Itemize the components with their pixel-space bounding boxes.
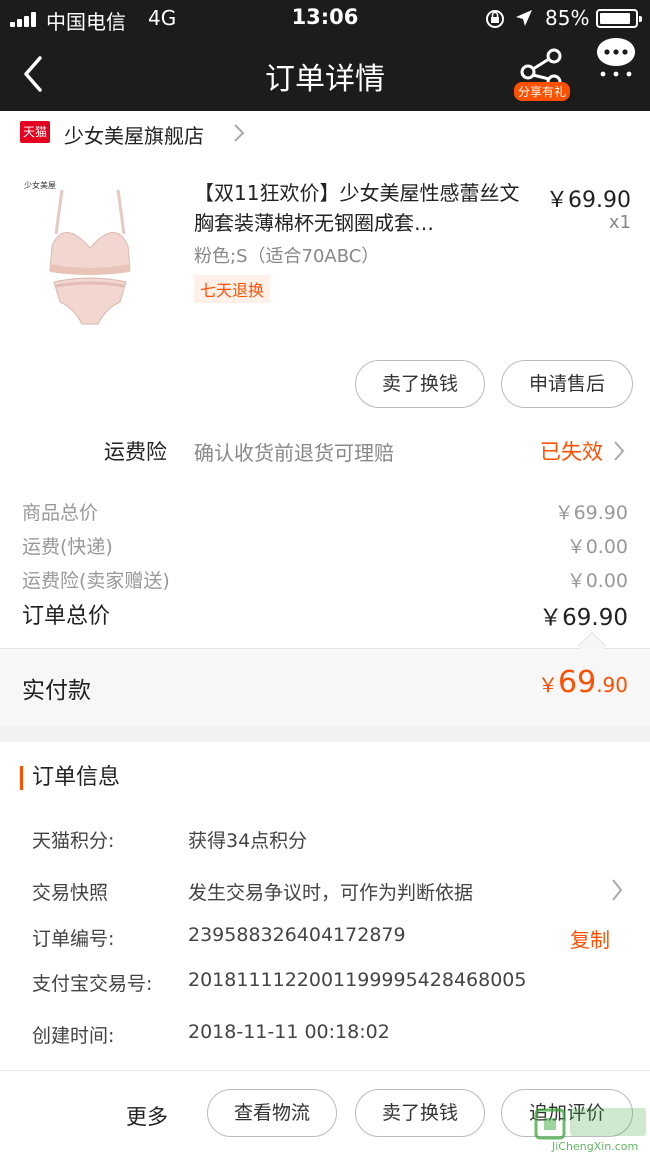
store-row[interactable]: 天猫 少女美屋旗舰店 [0, 111, 650, 156]
amount-paid-label: 实付款 [22, 678, 91, 704]
orientation-lock-icon [486, 10, 504, 28]
more-menu-icon[interactable] [594, 34, 638, 78]
store-name[interactable]: 少女美屋旗舰店 [64, 120, 204, 149]
insurance-status: 已失效 [540, 440, 603, 464]
info-value: 获得34点积分 [188, 830, 308, 852]
watermark-mark [570, 1108, 646, 1136]
info-value: 2018-11-11 00:18:02 [188, 1021, 390, 1043]
amount-decimal: .90 [596, 673, 628, 697]
battery-percent: 85% [545, 6, 590, 30]
info-row-snapshot[interactable]: 交易快照 发生交易争议时，可作为判断依据 [32, 878, 632, 905]
status-bar: 中国电信 4G 13:06 85% [0, 0, 650, 36]
chevron-right-icon [612, 879, 623, 901]
info-row-alipay-number: 支付宝交易号: 2018111122001199995428468005 [32, 969, 632, 996]
product-price: ￥69.90 [546, 188, 631, 213]
info-row-created-time: 创建时间: 2018-11-11 00:18:02 [32, 1021, 632, 1048]
location-icon [516, 10, 532, 26]
info-value: 2018111122001199995428468005 [188, 969, 527, 991]
shipping-insurance-row[interactable]: 运费险 确认收货前退货可理赔 已失效 [0, 426, 650, 476]
site-watermark: JiChengXin.com [534, 1100, 646, 1156]
insurance-label: 运费险 [104, 440, 167, 464]
sell-for-cash-button[interactable]: 卖了换钱 [355, 1089, 485, 1137]
info-row-points: 天猫积分: 获得34点积分 [32, 826, 632, 853]
share-reward-badge[interactable]: 分享有礼 [514, 82, 571, 101]
copy-button[interactable]: 复制 [570, 924, 610, 953]
info-value: 239588326404172879 [188, 924, 406, 946]
product-title[interactable]: 【双11狂欢价】少女美屋性感蕾丝文胸套装薄棉杯无钢圈成套… [194, 178, 524, 238]
product-image-brand: 少女美屋 [24, 180, 56, 190]
order-total-value: ￥69.90 [539, 605, 628, 631]
info-label: 订单编号: [32, 928, 115, 950]
currency-symbol: ￥ [538, 673, 558, 697]
price-row-label: 运费险(卖家赠送) [22, 570, 170, 592]
watermark-logo-icon [534, 1108, 566, 1140]
more-button[interactable]: 更多 [126, 1101, 168, 1131]
price-row-value: ￥69.90 [554, 502, 628, 524]
product-quantity: x1 [608, 212, 631, 233]
info-row-order-number: 订单编号: 239588326404172879 复制 [32, 924, 632, 953]
section-title: 订单信息 [20, 766, 120, 790]
product-spec: 粉色;S（适合70ABC） [194, 246, 380, 267]
tmall-logo: 天猫 [20, 121, 50, 143]
price-row-value: ￥0.00 [566, 536, 628, 558]
chevron-right-icon [234, 124, 245, 142]
price-row: 运费(快递) ￥0.00 [22, 532, 628, 559]
order-total-label: 订单总价 [22, 604, 111, 629]
view-logistics-button[interactable]: 查看物流 [207, 1089, 337, 1137]
info-label: 创建时间: [32, 1025, 115, 1047]
info-label: 天猫积分: [32, 830, 115, 852]
price-row-label: 商品总价 [22, 502, 99, 524]
sell-for-cash-button[interactable]: 卖了换钱 [355, 360, 485, 408]
amount-paid-row: 实付款 ￥69.90 [0, 648, 650, 726]
return-policy-badge: 七天退换 [194, 275, 271, 303]
product-image[interactable]: 少女美屋 [20, 174, 170, 334]
info-label: 交易快照 [32, 882, 109, 904]
info-label: 支付宝交易号: [32, 973, 153, 995]
watermark-text: JiChengXin.com [552, 1140, 639, 1153]
battery-icon [596, 9, 642, 28]
after-sales-button[interactable]: 申请售后 [501, 360, 633, 408]
info-value: 发生交易争议时，可作为判断依据 [188, 882, 474, 904]
insurance-description: 确认收货前退货可理赔 [194, 441, 394, 465]
price-row-value: ￥0.00 [566, 570, 628, 592]
price-row-label: 运费(快递) [22, 536, 113, 558]
amount-paid-value: ￥69.90 [538, 665, 628, 700]
price-row: 商品总价 ￥69.90 [22, 498, 628, 525]
app-header: 中国电信 4G 13:06 85% 订单详情 分享有礼 [0, 0, 650, 111]
order-total-row: 订单总价 ￥69.90 [22, 598, 628, 631]
chevron-right-icon [614, 441, 625, 461]
amount-integer: 69 [558, 665, 597, 700]
order-info-section: 订单信息 天猫积分: 获得34点积分 交易快照 发生交易争议时，可作为判断依据 … [0, 742, 650, 1070]
product-card[interactable]: 少女美屋 【双11狂欢价】少女美屋性感蕾丝文胸套装薄棉杯无钢圈成套… 粉色;S（… [0, 156, 650, 426]
price-breakdown: 商品总价 ￥69.90 运费(快递) ￥0.00 运费险(卖家赠送) ￥0.00… [0, 476, 650, 648]
price-row: 运费险(卖家赠送) ￥0.00 [22, 566, 628, 593]
